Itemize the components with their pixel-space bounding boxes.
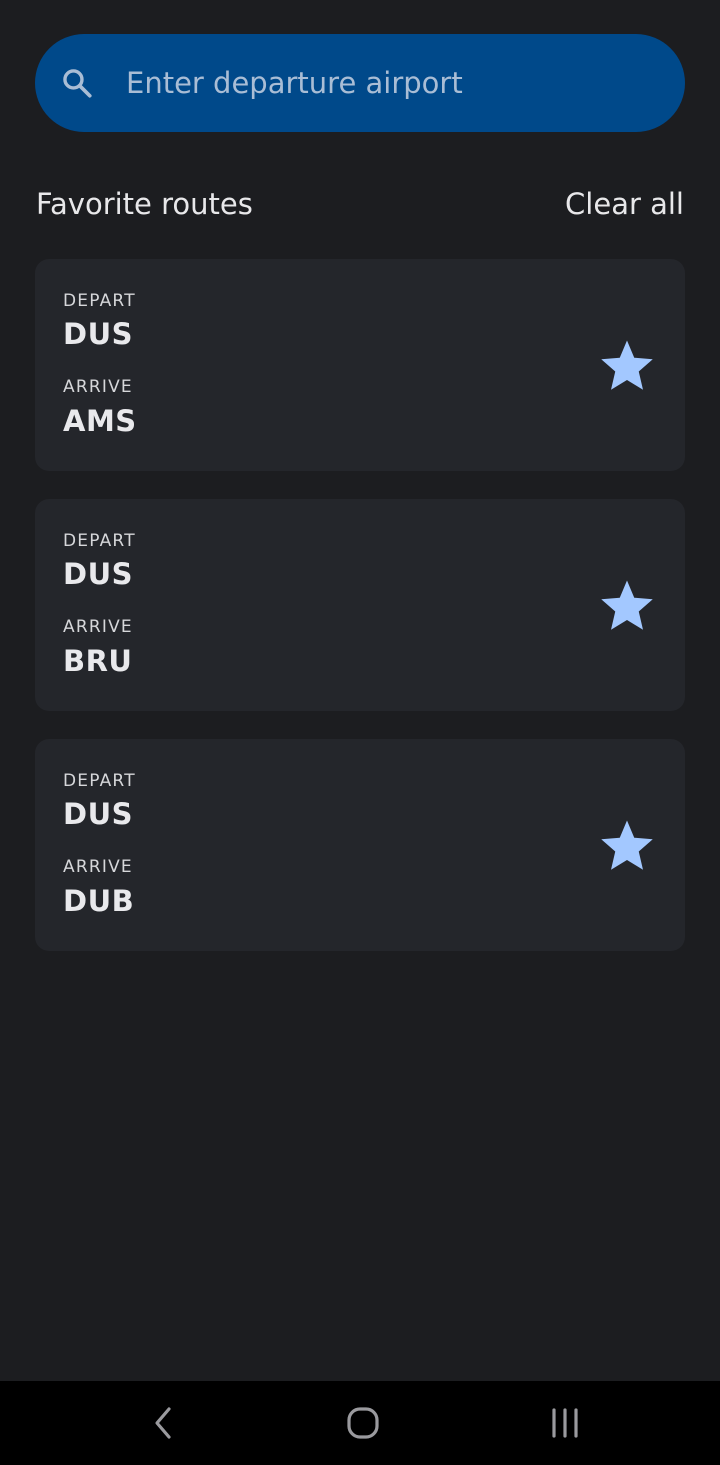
recent-apps-icon[interactable] [535, 1397, 595, 1449]
depart-airport-code: DUS [63, 797, 134, 831]
arrive-label: ARRIVE [63, 617, 133, 637]
arrive-airport-code: BRU [63, 644, 133, 678]
depart-label: DEPART [63, 531, 136, 551]
depart-label: DEPART [63, 291, 136, 311]
system-nav-bar [0, 1381, 720, 1465]
arrive-airport-code: DUB [63, 884, 135, 918]
search-bar[interactable] [35, 34, 685, 132]
arrive-label: ARRIVE [63, 377, 133, 397]
home-icon[interactable] [333, 1397, 393, 1449]
search-input[interactable] [126, 34, 656, 132]
back-chevron-icon[interactable] [133, 1397, 193, 1449]
star-icon[interactable] [597, 575, 657, 635]
clear-all-button[interactable]: Clear all [565, 187, 684, 221]
section-title: Favorite routes [36, 187, 253, 221]
route-card[interactable]: DEPART DUS ARRIVE BRU [35, 499, 685, 711]
star-icon[interactable] [597, 815, 657, 875]
route-card[interactable]: DEPART DUS ARRIVE AMS [35, 259, 685, 471]
route-card[interactable]: DEPART DUS ARRIVE DUB [35, 739, 685, 951]
favorites-header: Favorite routes Clear all [36, 185, 684, 229]
arrive-label: ARRIVE [63, 857, 133, 877]
star-icon[interactable] [597, 335, 657, 395]
depart-airport-code: DUS [63, 557, 134, 591]
arrive-airport-code: AMS [63, 404, 137, 438]
search-icon [60, 66, 94, 100]
screen: Favorite routes Clear all DEPART DUS ARR… [0, 0, 720, 1465]
depart-airport-code: DUS [63, 317, 134, 351]
depart-label: DEPART [63, 771, 136, 791]
